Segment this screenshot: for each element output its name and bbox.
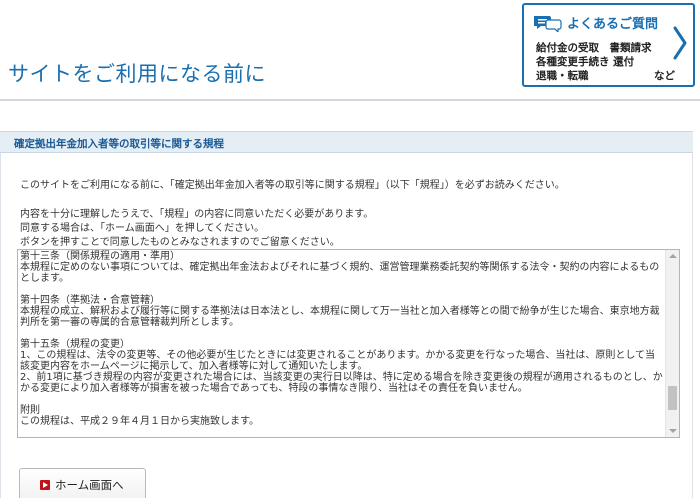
intro-paragraph-3: 同意する場合は、「ホーム画面へ」を押してください。 — [20, 223, 265, 234]
intro-paragraph-1: このサイトをご利用になる前に、「確定拠出年金加入者等の取引等に関する規程」（以下… — [20, 180, 565, 191]
title-divider — [0, 99, 700, 101]
rules-scrollbar[interactable] — [665, 250, 679, 437]
faq-topics-line-3-text: 退職・転職 — [536, 70, 589, 82]
faq-header: よくあるご質問 — [534, 13, 658, 32]
home-button-label: ホーム画面へ — [55, 478, 124, 492]
page-title: サイトをご利用になる前に — [8, 62, 266, 86]
faq-topics-line-2: 各種変更手続き 還付 — [536, 56, 635, 68]
faq-panel[interactable]: よくあるご質問 給付金の受取 書類請求 各種変更手続き 還付 退職・転職 など — [522, 3, 695, 87]
faq-title[interactable]: よくあるご質問 — [567, 13, 658, 32]
scroll-thumb[interactable] — [668, 386, 677, 410]
play-icon — [40, 480, 50, 490]
intro-paragraph-4: ボタンを押すことで同意したものとみなされますのでご留意ください。 — [20, 237, 340, 248]
rules-text: 第十三条（関係規程の適用・準用） 本規程に定めのない事項については、確定拠出年金… — [20, 251, 663, 427]
faq-topics-line-3: 退職・転職 など — [536, 68, 675, 83]
faq-topics-etc: など — [654, 70, 675, 82]
chat-bubbles-icon — [534, 15, 562, 32]
chevron-right-icon[interactable] — [671, 25, 689, 61]
scroll-down-arrow-icon[interactable] — [669, 429, 677, 433]
intro-paragraph-2: 内容を十分に理解したうえで、「規程」の内容に同意いただく必要があります。 — [20, 209, 374, 220]
rules-textarea[interactable]: 第十三条（関係規程の適用・準用） 本規程に定めのない事項については、確定拠出年金… — [17, 249, 680, 438]
section-title: 確定拠出年金加入者等の取引等に関する規程 — [14, 138, 224, 150]
section-header: 確定拠出年金加入者等の取引等に関する規程 — [0, 131, 693, 153]
faq-topics-line-1: 給付金の受取 書類請求 — [536, 42, 652, 54]
scroll-up-arrow-icon[interactable] — [669, 254, 677, 258]
home-button[interactable]: ホーム画面へ — [19, 468, 146, 498]
